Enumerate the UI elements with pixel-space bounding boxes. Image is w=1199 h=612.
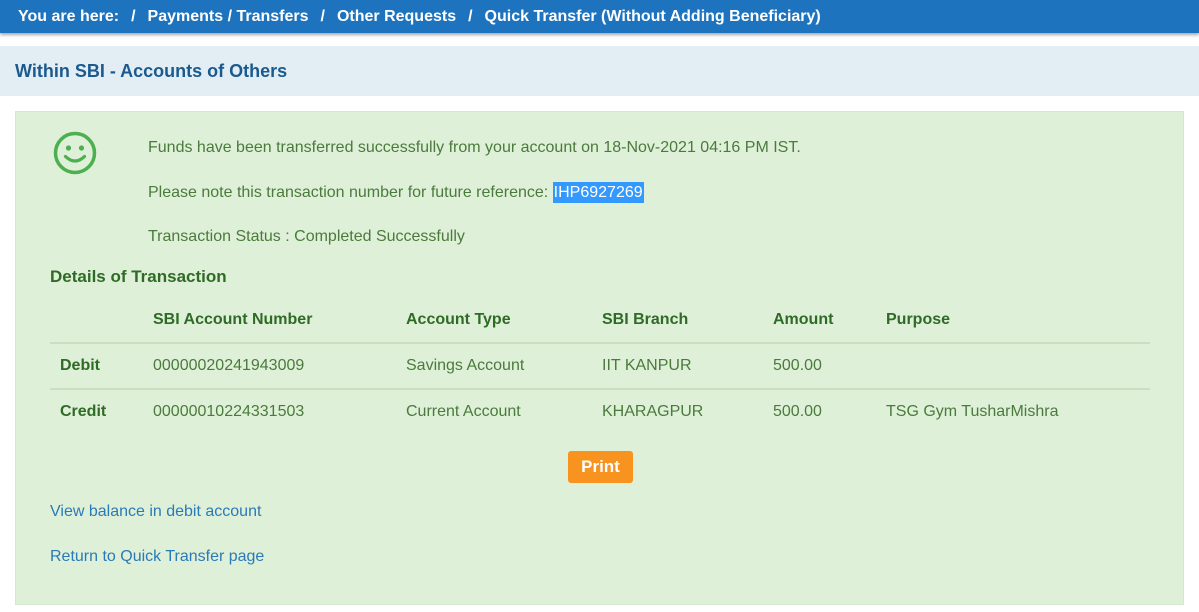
- column-header-amount: Amount: [773, 298, 886, 344]
- row-label-credit: Credit: [60, 403, 107, 420]
- account-type-cell: Savings Account: [406, 343, 602, 390]
- column-header: [50, 298, 153, 344]
- reference-label: Please note this transaction number for …: [148, 184, 553, 201]
- view-balance-link[interactable]: View balance in debit account: [50, 503, 261, 521]
- table-row: Credit 00000010224331503 Current Account…: [50, 389, 1150, 434]
- account-number-cell: 00000020241943009: [153, 343, 406, 390]
- branch-cell: IIT KANPUR: [602, 343, 773, 390]
- table-header-row: SBI Account Number Account Type SBI Bran…: [50, 298, 1150, 344]
- transaction-table: SBI Account Number Account Type SBI Bran…: [50, 298, 1150, 434]
- account-type-cell: Current Account: [406, 403, 521, 420]
- purpose-cell: TSG Gym TusharMishra: [886, 403, 1059, 420]
- row-label-debit: Debit: [50, 343, 153, 390]
- details-title: Details of Transaction: [50, 267, 227, 286]
- smiley-face-icon: [53, 131, 97, 175]
- column-header-account-number: SBI Account Number: [153, 298, 406, 344]
- success-panel: Funds have been transferred successfully…: [15, 111, 1184, 605]
- column-header-purpose: Purpose: [886, 298, 1150, 344]
- success-message: Funds have been transferred successfully…: [148, 139, 801, 156]
- purpose-cell: [886, 343, 1150, 390]
- return-quick-transfer-link[interactable]: Return to Quick Transfer page: [50, 548, 264, 566]
- branch-cell: KHARAGPUR: [602, 403, 704, 420]
- reference-message: Please note this transaction number for …: [148, 182, 644, 203]
- breadcrumb-separator: /: [131, 7, 136, 25]
- breadcrumb: You are here: / Payments / Transfers / O…: [0, 0, 1199, 33]
- breadcrumb-separator: /: [320, 7, 325, 25]
- amount-cell: 500.00: [773, 343, 886, 390]
- breadcrumb-payments-transfers[interactable]: Payments / Transfers: [148, 8, 309, 26]
- breadcrumb-other-requests[interactable]: Other Requests: [337, 8, 456, 26]
- breadcrumb-separator: /: [468, 7, 473, 25]
- amount-cell: 500.00: [773, 403, 822, 420]
- breadcrumb-prefix: You are here:: [18, 7, 120, 25]
- page-title: Within SBI - Accounts of Others: [15, 60, 288, 81]
- column-header-account-type: Account Type: [406, 298, 602, 344]
- account-number-cell: 00000010224331503: [153, 403, 305, 420]
- table-row: Debit 00000020241943009 Savings Account …: [50, 343, 1150, 390]
- transaction-number[interactable]: IHP6927269: [552, 182, 644, 203]
- column-header-branch: SBI Branch: [602, 298, 773, 344]
- transaction-status: Transaction Status : Completed Successfu…: [148, 228, 465, 245]
- breadcrumb-current-page: Quick Transfer (Without Adding Beneficia…: [484, 7, 821, 25]
- section-header: Within SBI - Accounts of Others: [0, 46, 1199, 96]
- print-button[interactable]: Print: [568, 451, 633, 483]
